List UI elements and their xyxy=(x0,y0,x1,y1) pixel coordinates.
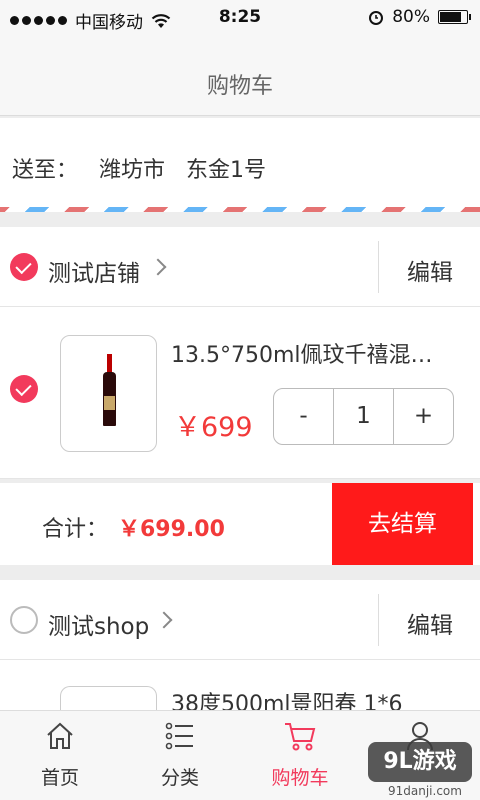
store-header: 测试shop 编辑 xyxy=(0,580,480,660)
product-name[interactable]: 38度500ml景阳春 1*6 xyxy=(171,686,403,710)
chevron-right-icon[interactable] xyxy=(155,611,173,629)
product-image[interactable] xyxy=(60,335,157,452)
store-name[interactable]: 测试shop xyxy=(48,607,149,641)
cart-icon xyxy=(285,723,316,751)
quantity-value[interactable]: 1 xyxy=(333,389,394,444)
edit-button[interactable]: 编辑 xyxy=(380,606,480,640)
store-select-checkbox[interactable] xyxy=(10,253,38,281)
tab-category[interactable]: 分类 xyxy=(120,711,240,800)
item-select-checkbox[interactable] xyxy=(10,375,38,403)
delivery-address[interactable]: 送至： 潍坊市 东金1号 xyxy=(0,118,480,212)
product-name[interactable]: 13.5°750ml佩玟千禧混… xyxy=(171,337,461,369)
address-city: 潍坊市 xyxy=(99,158,166,183)
address-label: 送至： xyxy=(12,158,79,183)
divider xyxy=(378,594,379,646)
checkout-button[interactable]: 去结算 xyxy=(332,483,473,565)
tab-label: 购物车 xyxy=(271,767,329,789)
total-amount: ￥699.00 xyxy=(118,517,225,542)
store-name[interactable]: 测试店铺 xyxy=(48,254,140,288)
decrease-button[interactable]: - xyxy=(274,389,333,444)
tab-label: 首页 xyxy=(40,767,79,789)
product-price: ￥699 xyxy=(174,412,253,443)
watermark: 9L游戏 91danji.com xyxy=(368,742,478,798)
home-icon xyxy=(47,722,73,749)
cart-item: 38度500ml景阳春 1*6 xyxy=(0,660,480,710)
total-bar: 合计： ￥699.00 去结算 xyxy=(0,483,480,565)
divider xyxy=(378,241,379,293)
nav-bar: 购物车 xyxy=(0,36,480,116)
address-street: 东金1号 xyxy=(186,158,267,183)
increase-button[interactable]: + xyxy=(394,389,453,444)
battery-percent: 80% xyxy=(392,7,430,27)
store-card: 测试店铺 编辑 13.5°750ml佩玟千禧混… ￥699 - 1 + xyxy=(0,227,480,479)
edit-button[interactable]: 编辑 xyxy=(380,253,480,287)
battery-icon xyxy=(438,10,471,24)
store-card-2: 测试shop 编辑 38度500ml景阳春 1*6 xyxy=(0,580,480,710)
address-stripe-divider xyxy=(0,207,480,212)
wine-bottle-icon xyxy=(103,354,116,426)
page-title: 购物车 xyxy=(206,74,273,99)
total-label: 合计： xyxy=(42,517,109,542)
cart-item: 13.5°750ml佩玟千禧混… ￥699 - 1 + xyxy=(0,307,480,479)
watermark-site: 91danji.com xyxy=(388,784,462,798)
store-select-checkbox[interactable] xyxy=(10,606,38,634)
status-bar: 中国移动 8:25 80% xyxy=(0,0,480,36)
quantity-stepper: - 1 + xyxy=(273,388,454,445)
list-icon xyxy=(165,722,193,750)
watermark-brand: 9L游戏 xyxy=(368,742,472,782)
tab-home[interactable]: 首页 xyxy=(0,711,120,800)
tab-label: 分类 xyxy=(160,767,199,789)
chevron-right-icon[interactable] xyxy=(149,258,167,276)
tab-cart[interactable]: 购物车 xyxy=(240,711,360,800)
product-image[interactable] xyxy=(60,686,157,710)
alarm-icon xyxy=(369,11,384,25)
store-header: 测试店铺 编辑 xyxy=(0,227,480,307)
